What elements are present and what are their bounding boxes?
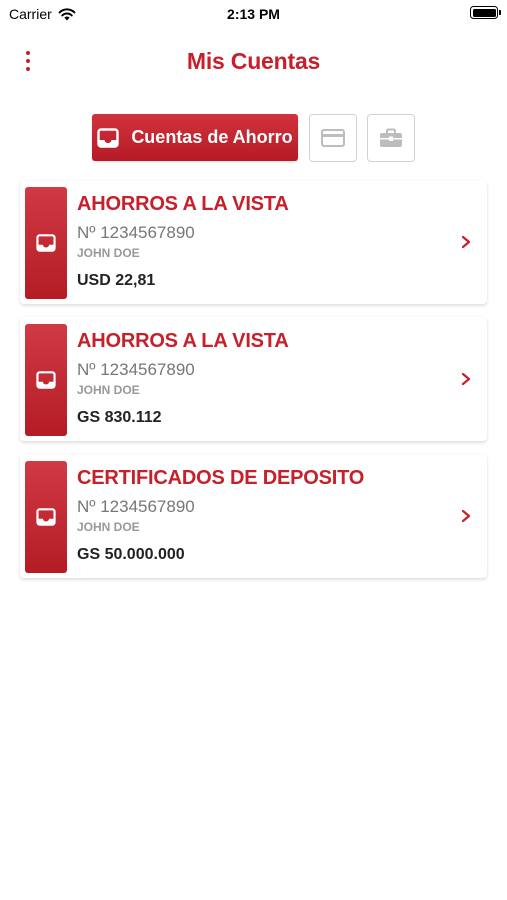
account-number: Nº 1234567890 [77,360,195,379]
account-type: CERTIFICADOS DE DEPOSITO [77,467,365,489]
inbox-icon [36,371,56,389]
account-holder: JOHN DOE [77,520,140,534]
chevron-right-icon [461,372,471,386]
account-balance: GS 50.000.000 [77,546,185,563]
account-card-strip [25,461,67,573]
account-holder: JOHN DOE [77,383,140,397]
tab-business[interactable] [367,114,415,162]
tab-savings-label: Cuentas de Ahorro [131,127,293,147]
account-number: Nº 1234567890 [77,223,195,242]
account-balance: GS 830.112 [77,409,162,426]
account-balance: USD 22,81 [77,272,156,289]
nav-header: Mis Cuentas [0,40,507,84]
briefcase-icon [380,128,402,147]
account-card[interactable]: CERTIFICADOS DE DEPOSITO Nº 1234567890 J… [20,454,487,578]
battery-icon [470,6,501,19]
account-card[interactable]: AHORROS A LA VISTA Nº 1234567890 JOHN DO… [20,317,487,441]
account-card-strip [25,324,67,436]
chevron-right-icon [461,235,471,249]
account-holder: JOHN DOE [77,246,140,260]
tab-savings-accounts[interactable]: Cuentas de Ahorro [92,114,298,161]
credit-card-icon [321,129,345,147]
inbox-icon [97,127,120,148]
status-bar: Carrier 2:13 PM [0,0,507,28]
page-title: Mis Cuentas [186,48,321,74]
tab-cards[interactable] [309,114,357,162]
inbox-icon [36,234,56,252]
account-type-tabs: Cuentas de Ahorro [0,114,507,162]
account-type: AHORROS A LA VISTA [77,193,289,215]
chevron-right-icon [461,509,471,523]
account-card-strip [25,187,67,299]
account-type: AHORROS A LA VISTA [77,330,289,352]
accounts-list: AHORROS A LA VISTA Nº 1234567890 JOHN DO… [20,180,487,591]
inbox-icon [36,508,56,526]
account-number: Nº 1234567890 [77,497,195,516]
status-time: 2:13 PM [227,6,280,22]
account-card[interactable]: AHORROS A LA VISTA Nº 1234567890 JOHN DO… [20,180,487,304]
